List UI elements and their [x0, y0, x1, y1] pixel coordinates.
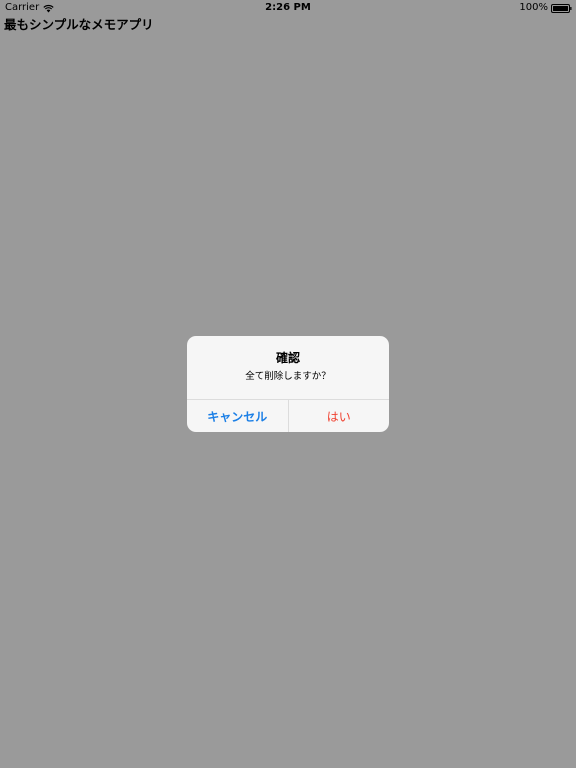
status-bar: Carrier 2:26 PM 100%	[0, 0, 576, 16]
battery-percent: 100%	[519, 2, 548, 13]
alert-actions: キャンセル はい	[187, 399, 389, 432]
status-time: 2:26 PM	[265, 2, 311, 13]
status-right: 100%	[519, 0, 572, 16]
confirm-alert: 確認 全て削除しますか？ キャンセル はい	[187, 336, 389, 432]
cancel-button[interactable]: キャンセル	[187, 400, 289, 432]
battery-icon	[551, 3, 572, 13]
confirm-button[interactable]: はい	[289, 400, 390, 432]
alert-title: 確認	[275, 351, 300, 365]
alert-message: 全て削除しますか？	[245, 371, 331, 382]
app-title: 最もシンプルなメモアプリ	[4, 17, 154, 32]
